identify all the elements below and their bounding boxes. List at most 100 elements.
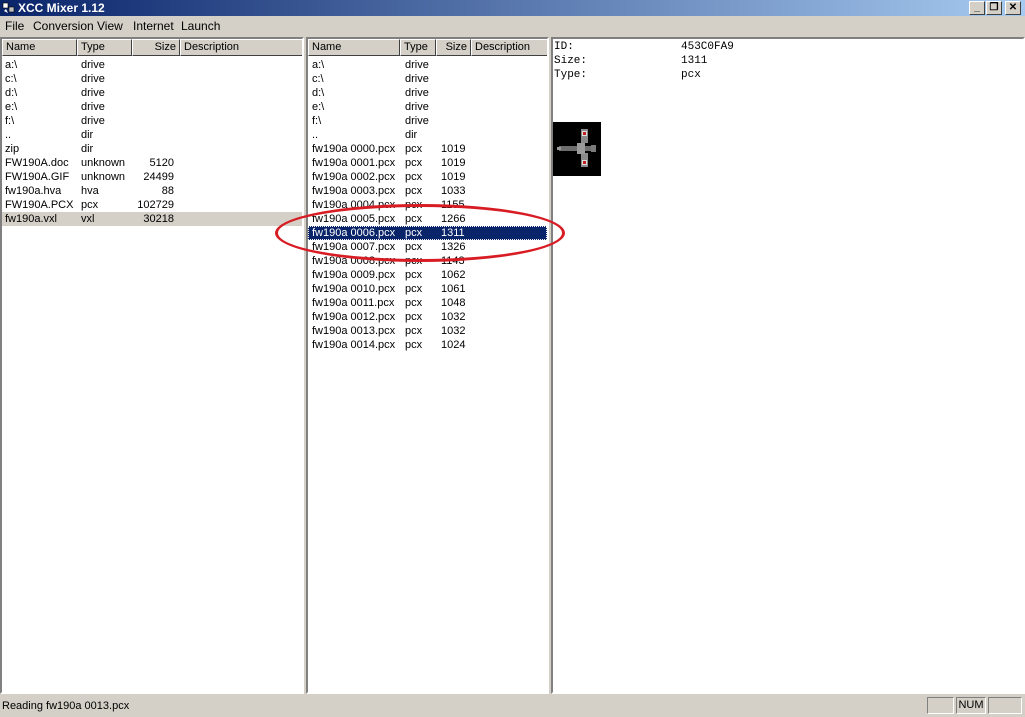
file-type: dir	[81, 129, 94, 141]
menu-file[interactable]: File	[5, 19, 24, 33]
file-type: pcx	[405, 171, 423, 183]
file-size: 88	[161, 185, 174, 197]
column-header-size[interactable]: Size	[436, 39, 471, 56]
file-row[interactable]: fw190a 0011.pcx pcx 1048	[308, 296, 547, 310]
file-type: pcx	[405, 325, 423, 337]
menu-launch[interactable]: Launch	[181, 19, 220, 33]
file-row[interactable]: fw190a 0012.pcx pcx 1032	[308, 310, 547, 324]
file-type: pcx	[405, 283, 423, 295]
file-type: drive	[81, 115, 105, 127]
file-name: zip	[5, 143, 20, 155]
id-value: 453C0FA9	[681, 41, 734, 53]
column-header-name[interactable]: Name	[2, 39, 77, 56]
file-name: fw190a.vxl	[5, 213, 57, 225]
file-type: pcx	[405, 143, 423, 155]
file-row[interactable]: .. dir	[2, 128, 302, 142]
middle-file-list[interactable]: Name Type Size Description a:\ drive c:\ dr…	[306, 37, 549, 694]
file-size: 1048	[441, 297, 466, 309]
close-button[interactable]: ✕	[1005, 1, 1021, 15]
file-row[interactable]: fw190a 0008.pcx pcx 1143	[308, 254, 547, 268]
file-name: f:\	[312, 115, 322, 127]
file-row[interactable]: fw190a 0014.pcx pcx 1024	[308, 338, 547, 352]
file-size: 30218	[143, 213, 174, 225]
column-header-size[interactable]: Size	[132, 39, 180, 56]
file-type: pcx	[405, 185, 423, 197]
file-type: drive	[81, 87, 105, 99]
file-size: 24499	[143, 171, 174, 183]
column-header-type[interactable]: Type	[77, 39, 132, 56]
maximize-button[interactable]: ❐	[986, 1, 1002, 15]
column-header-description[interactable]: Description	[180, 39, 302, 56]
size-value: 1311	[681, 55, 708, 67]
file-row[interactable]: a:\ drive	[2, 58, 302, 72]
file-size: 1062	[441, 269, 466, 281]
file-row[interactable]: e:\ drive	[2, 100, 302, 114]
file-name: e:\	[312, 101, 325, 113]
file-row[interactable]: d:\ drive	[2, 86, 302, 100]
file-row[interactable]: fw190a 0001.pcx pcx 1019	[308, 156, 547, 170]
file-type: pcx	[405, 269, 423, 281]
menu-conversion[interactable]: Conversion	[33, 19, 94, 33]
file-type: pcx	[405, 227, 423, 239]
file-row[interactable]: f:\ drive	[2, 114, 302, 128]
file-type: drive	[81, 59, 105, 71]
file-row[interactable]: FW190A.doc unknown 5120	[2, 156, 302, 170]
file-row[interactable]: FW190A.GIF unknown 24499	[2, 170, 302, 184]
menu-internet[interactable]: Internet	[133, 19, 174, 33]
file-type: pcx	[405, 255, 423, 267]
minimize-button[interactable]: _	[969, 1, 985, 15]
file-type: drive	[405, 115, 429, 127]
file-row[interactable]: d:\ drive	[308, 86, 547, 100]
file-row[interactable]: c:\ drive	[308, 72, 547, 86]
file-size: 1019	[441, 171, 466, 183]
file-row[interactable]: fw190a 0003.pcx pcx 1033	[308, 184, 547, 198]
file-name: ..	[5, 129, 12, 141]
file-name: fw190a 0003.pcx	[312, 185, 396, 197]
file-name: fw190a 0000.pcx	[312, 143, 396, 155]
file-row[interactable]: .. dir	[308, 128, 547, 142]
file-row[interactable]: fw190a.vxl vxl 30218	[2, 212, 302, 226]
column-header-description[interactable]: Description	[471, 39, 547, 56]
id-label: ID:	[554, 41, 574, 53]
file-name: c:\	[5, 73, 17, 85]
file-row[interactable]: FW190A.PCX pcx 102729	[2, 198, 302, 212]
menu-view[interactable]: View	[97, 19, 123, 33]
left-file-list[interactable]: Name Type Size Description a:\ drive c:\ dr…	[0, 37, 304, 694]
file-row[interactable]: fw190a 0010.pcx pcx 1061	[308, 282, 547, 296]
file-row[interactable]: zip dir	[2, 142, 302, 156]
file-type: drive	[405, 73, 429, 85]
file-size: 1033	[441, 185, 466, 197]
file-name: fw190a 0002.pcx	[312, 171, 396, 183]
file-size: 1326	[441, 241, 466, 253]
file-row[interactable]: fw190a 0002.pcx pcx 1019	[308, 170, 547, 184]
file-row[interactable]: f:\ drive	[308, 114, 547, 128]
file-row[interactable]: fw190a 0006.pcx pcx 1311	[308, 226, 547, 240]
file-name: FW190A.PCX	[5, 199, 74, 211]
app-icon	[2, 2, 15, 13]
file-row[interactable]: a:\ drive	[308, 58, 547, 72]
file-row[interactable]: fw190a 0004.pcx pcx 1155	[308, 198, 547, 212]
file-row[interactable]: fw190a 0009.pcx pcx 1062	[308, 268, 547, 282]
column-header-type[interactable]: Type	[400, 39, 436, 56]
column-header-name[interactable]: Name	[308, 39, 400, 56]
file-type: drive	[405, 59, 429, 71]
file-row[interactable]: fw190a 0013.pcx pcx 1032	[308, 324, 547, 338]
file-name: fw190a 0013.pcx	[312, 325, 396, 337]
file-row[interactable]: fw190a 0000.pcx pcx 1019	[308, 142, 547, 156]
file-size: 1019	[441, 157, 466, 169]
file-type: pcx	[405, 339, 423, 351]
type-value: pcx	[681, 69, 701, 81]
file-name: fw190a 0010.pcx	[312, 283, 396, 295]
file-size: 5120	[149, 157, 174, 169]
file-name: fw190a 0014.pcx	[312, 339, 396, 351]
file-size: 1143	[441, 255, 465, 267]
file-size: 1061	[441, 283, 466, 295]
file-size: 1311	[441, 227, 465, 239]
file-row[interactable]: c:\ drive	[2, 72, 302, 86]
file-row[interactable]: fw190a 0005.pcx pcx 1266	[308, 212, 547, 226]
title-bar: XCC Mixer 1.12 _ ❐ ✕	[0, 0, 1025, 16]
file-row[interactable]: fw190a 0007.pcx pcx 1326	[308, 240, 547, 254]
file-row[interactable]: fw190a.hva hva 88	[2, 184, 302, 198]
file-name: d:\	[312, 87, 325, 99]
file-row[interactable]: e:\ drive	[308, 100, 547, 114]
